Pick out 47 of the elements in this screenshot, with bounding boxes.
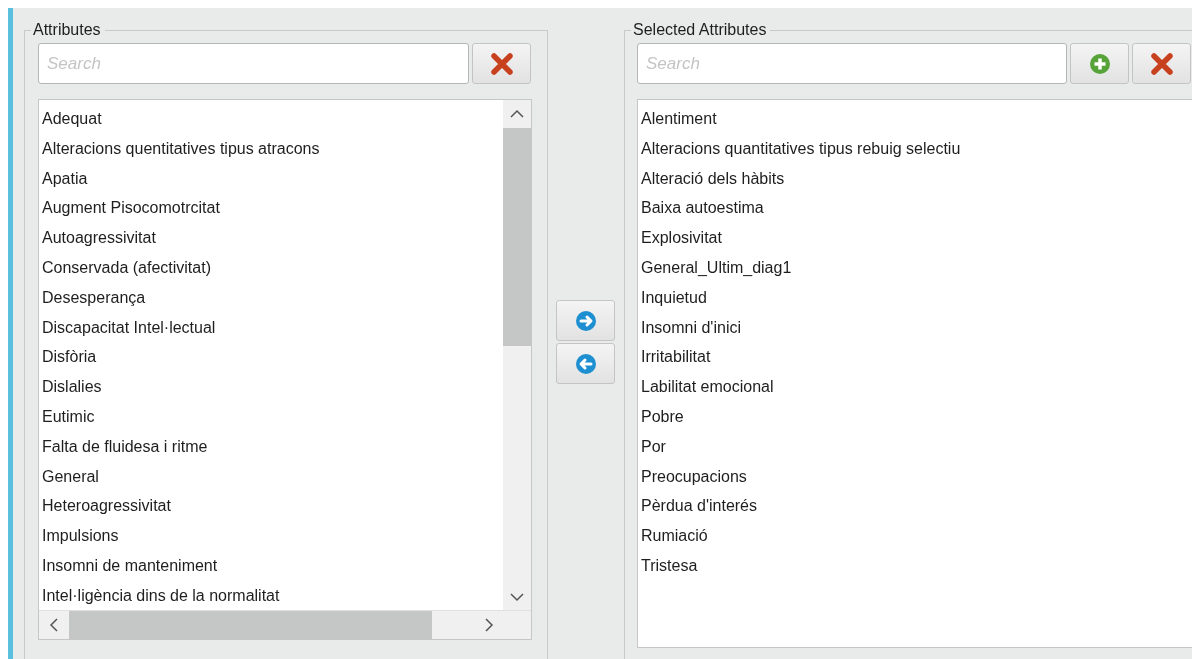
horizontal-scrollbar[interactable] bbox=[39, 610, 531, 639]
list-item[interactable]: Discapacitat Intel·lectual bbox=[42, 312, 499, 343]
list-item[interactable]: Conservada (afectivitat) bbox=[42, 253, 499, 283]
list-item[interactable]: Alteracions quantitatives tipus rebuig selectiu bbox=[641, 133, 1188, 164]
list-item[interactable]: Augment Pisocomotrcitat bbox=[42, 193, 499, 224]
search-field[interactable]: Search bbox=[637, 43, 1067, 84]
clear-button[interactable] bbox=[472, 43, 531, 84]
list-item[interactable]: Dislalies bbox=[42, 372, 499, 402]
list-item[interactable]: Desesperança bbox=[42, 282, 499, 313]
list-item[interactable]: Labilitat emocional bbox=[641, 372, 1188, 402]
list-item[interactable]: Falta de fluidesa i ritme bbox=[42, 431, 499, 462]
list-item[interactable]: Explosivitat bbox=[641, 223, 1188, 253]
clear-button[interactable] bbox=[1132, 43, 1191, 84]
list-item[interactable]: Insomni d'inici bbox=[641, 312, 1188, 343]
list-item[interactable]: Intel·ligència dins de la normalitat bbox=[42, 580, 499, 611]
list-item[interactable]: Pobre bbox=[641, 401, 1188, 432]
close-icon bbox=[489, 52, 514, 75]
scroll-thumb[interactable] bbox=[69, 611, 432, 639]
list-item[interactable]: Irritabilitat bbox=[641, 342, 1188, 373]
scroll-thumb[interactable] bbox=[503, 128, 531, 346]
list-item[interactable]: Heteroagressivitat bbox=[42, 491, 499, 522]
add-button[interactable] bbox=[1070, 43, 1129, 84]
list-item[interactable]: Baixa autoestima bbox=[641, 193, 1188, 224]
list-item[interactable]: General bbox=[42, 461, 499, 492]
list-item[interactable]: Disfòria bbox=[42, 342, 499, 373]
list-item[interactable]: Adequat bbox=[42, 104, 499, 134]
move-left-button[interactable] bbox=[556, 343, 615, 384]
list-item[interactable]: Pèrdua d'interés bbox=[641, 491, 1188, 522]
list-item[interactable]: Eutimic bbox=[42, 401, 499, 432]
list-item[interactable]: Por bbox=[641, 431, 1188, 462]
list-item[interactable]: Alteracions quentitatives tipus atracons bbox=[42, 133, 499, 164]
list-item[interactable]: General_Ultim_diag1 bbox=[641, 253, 1188, 283]
list-item[interactable]: Insomni de manteniment bbox=[42, 550, 499, 581]
list-item[interactable]: Inquietud bbox=[641, 282, 1188, 313]
list-item[interactable]: Preocupacions bbox=[641, 461, 1188, 492]
list-item[interactable]: Autoagressivitat bbox=[42, 223, 499, 253]
list-item[interactable]: Alentiment bbox=[641, 104, 1188, 134]
list-item[interactable]: Tristesa bbox=[641, 550, 1188, 581]
vertical-scrollbar[interactable] bbox=[503, 100, 531, 610]
move-right-button[interactable] bbox=[556, 300, 615, 341]
close-icon bbox=[1149, 52, 1174, 75]
list-item[interactable]: Apatia bbox=[42, 163, 499, 194]
search-field[interactable]: Search bbox=[38, 43, 469, 84]
plus-icon bbox=[1088, 52, 1111, 75]
list-item[interactable]: Impulsions bbox=[42, 521, 499, 551]
list-item[interactable]: Alteració dels hàbits bbox=[641, 163, 1188, 194]
list-item[interactable]: Rumiació bbox=[641, 521, 1188, 551]
